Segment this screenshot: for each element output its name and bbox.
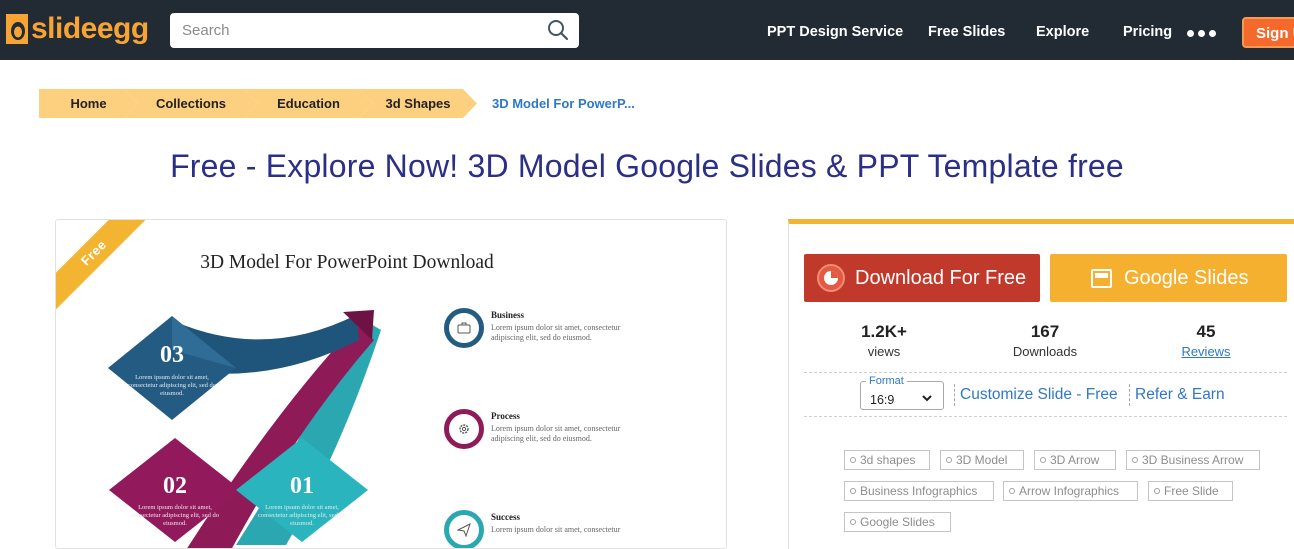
google-slides-icon [1091,268,1112,288]
slide-title: 3D Model For PowerPoint Download [200,252,494,273]
separator [954,384,955,406]
briefcase-icon [444,308,484,348]
nav-explore[interactable]: Explore [1036,24,1089,40]
tag-3d-shapes[interactable]: 3d shapes [844,450,930,470]
stat-downloads: 167 Downloads [985,322,1105,359]
tag-3d-arrow[interactable]: 3D Arrow [1034,450,1116,470]
slide-item-title: Process [491,411,520,421]
google-slides-label: Google Slides [1124,266,1249,289]
breadcrumb-collections[interactable]: Collections [124,89,258,118]
customize-slide-link[interactable]: Customize Slide - Free [960,386,1118,404]
stat-views: 1.2K+ views [824,322,944,359]
paper-plane-icon [444,510,484,548]
top-navigation-bar: slideegg PPT Design Service Free Slides … [0,0,1294,60]
stat-reviews: 45 Reviews [1146,322,1266,359]
nav-pricing[interactable]: Pricing [1123,24,1172,40]
step-number-02: 02 [163,473,187,499]
slide-preview[interactable]: Free 3D Model For PowerPoint Download 03… [55,219,727,549]
views-count: 1.2K+ [861,322,907,341]
breadcrumb-home[interactable]: Home [39,89,138,118]
tag-free-slide[interactable]: Free Slide [1148,481,1233,501]
downloads-count: 167 [1030,322,1060,341]
divider [804,416,1287,417]
slide-item-title: Success [491,512,520,522]
logo-text: slideegg [31,12,149,45]
breadcrumb-education[interactable]: Education [244,89,373,118]
step-number-01: 01 [290,473,314,499]
format-label: Format [866,375,907,387]
divider [804,372,1287,373]
breadcrumb-current: 3D Model For PowerP... [492,96,635,111]
slide-item-desc: Lorem ipsum dolor sit amet, consectetur … [491,323,621,342]
search-icon[interactable] [547,19,569,41]
google-slides-button[interactable]: Google Slides [1050,254,1287,302]
nav-ppt-design-service[interactable]: PPT Design Service [767,24,903,40]
downloads-label: Downloads [1012,344,1078,359]
slide-item-desc: Lorem ipsum dolor sit amet, consectetur … [491,424,621,443]
step-desc-02: Lorem ipsum dolor sit amet, consectetur … [131,504,219,527]
refer-earn-link[interactable]: Refer & Earn [1135,386,1225,404]
more-options-icon[interactable] [1187,30,1216,37]
step-desc-01: Lorem ipsum dolor sit amet, consectetur … [258,504,346,527]
tag-google-slides[interactable]: Google Slides [844,512,951,532]
page-title: Free - Explore Now! 3D Model Google Slid… [170,148,1124,184]
download-button-label: Download For Free [855,266,1027,289]
views-label: views [867,344,901,359]
download-for-free-button[interactable]: Download For Free [804,254,1040,302]
signup-button[interactable]: Sign Up [1242,17,1294,48]
tag-arrow-infographics[interactable]: Arrow Infographics [1003,481,1138,501]
tag-business-infographics[interactable]: Business Infographics [844,481,994,501]
gear-icon [444,409,484,449]
reviews-link[interactable]: Reviews [1146,344,1266,359]
search-box [170,13,579,48]
breadcrumb-3d-shapes[interactable]: 3d Shapes [359,89,477,118]
nav-free-slides[interactable]: Free Slides [928,24,1005,40]
search-input[interactable] [182,14,542,47]
step-desc-03: Lorem ipsum dolor sit amet, consectetur … [128,374,216,397]
separator [1129,384,1130,406]
slide-item-title: Business [491,310,525,320]
chevron-down-icon[interactable] [921,393,933,403]
powerpoint-icon [817,264,845,292]
tag-3d-model[interactable]: 3D Model [940,450,1024,470]
tag-3d-business-arrow[interactable]: 3D Business Arrow [1126,450,1260,470]
format-value[interactable]: 16:9 [870,393,894,407]
slideegg-logo[interactable]: slideegg [6,12,149,46]
egg-logo-icon [6,14,28,44]
reviews-count: 45 [1196,322,1216,341]
step-number-03: 03 [160,342,184,368]
